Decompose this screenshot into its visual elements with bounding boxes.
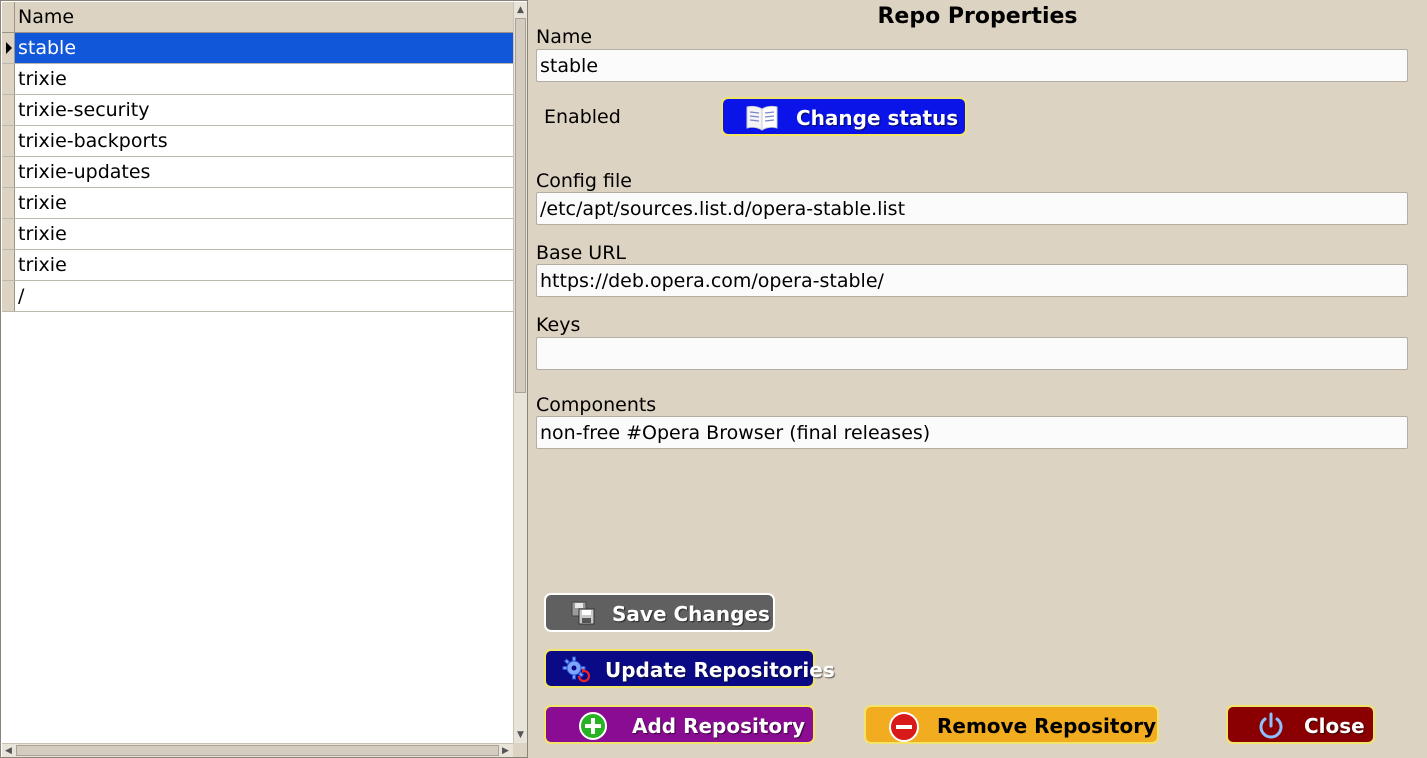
row-indicator[interactable] — [2, 157, 15, 187]
power-icon — [1259, 712, 1283, 739]
components-input[interactable] — [536, 416, 1408, 449]
remove-repository-label: Remove Repository — [937, 714, 1157, 738]
save-changes-label: Save Changes — [612, 602, 770, 626]
page-title: Repo Properties — [877, 4, 1078, 29]
table-row[interactable]: stable — [2, 33, 513, 64]
scrollbar-corner — [513, 743, 527, 757]
table-row[interactable]: trixie-security — [2, 95, 513, 126]
row-indicator[interactable] — [2, 126, 15, 156]
table-row[interactable]: trixie — [2, 64, 513, 95]
row-selection — [15, 33, 513, 63]
row-name-cell: / — [18, 285, 25, 307]
scroll-down-arrow-icon[interactable]: ▼ — [514, 728, 527, 742]
add-repository-button[interactable]: Add Repository — [544, 705, 815, 744]
column-header-name[interactable]: Name — [18, 6, 74, 28]
vertical-scrollbar[interactable]: ▲ ▼ — [513, 2, 527, 743]
save-changes-button[interactable]: Save Changes — [544, 593, 775, 632]
row-indicator[interactable] — [2, 95, 15, 125]
row-name-cell: trixie — [18, 223, 67, 245]
config-file-label: Config file — [536, 170, 632, 192]
vertical-scroll-thumb[interactable] — [515, 18, 526, 393]
row-indicator[interactable] — [2, 64, 15, 94]
grid-rows: stable trixie trixie-security trixie-bac… — [2, 33, 513, 312]
row-name-cell: trixie-backports — [18, 130, 168, 152]
change-status-label: Change status — [796, 106, 959, 130]
floppy-disks-icon — [571, 601, 595, 625]
add-repository-label: Add Repository — [632, 714, 806, 738]
update-repositories-button[interactable]: Update Repositories — [544, 649, 835, 688]
scroll-left-arrow-icon[interactable]: ◀ — [2, 744, 15, 758]
remove-repository-button[interactable]: Remove Repository — [864, 705, 1159, 744]
row-indicator[interactable] — [2, 250, 15, 280]
horizontal-scroll-thumb[interactable] — [16, 745, 499, 756]
table-row[interactable]: / — [2, 281, 513, 312]
keys-input[interactable] — [536, 337, 1408, 370]
row-indicator[interactable] — [2, 281, 15, 311]
enabled-status-label: Enabled — [544, 106, 621, 128]
name-input[interactable] — [536, 49, 1408, 82]
repository-grid[interactable]: Name stable trixie trixie-security trixi… — [0, 0, 528, 758]
gear-refresh-icon — [562, 656, 591, 683]
table-row[interactable]: trixie-updates — [2, 157, 513, 188]
row-name-cell: trixie-updates — [18, 161, 151, 183]
update-repositories-label: Update Repositories — [605, 658, 835, 682]
close-label: Close — [1304, 714, 1365, 738]
table-row[interactable]: trixie-backports — [2, 126, 513, 157]
table-row[interactable]: trixie — [2, 250, 513, 281]
components-label: Components — [536, 394, 657, 416]
scroll-up-arrow-icon[interactable]: ▲ — [514, 3, 527, 17]
close-button[interactable]: Close — [1226, 705, 1375, 744]
scroll-right-arrow-icon[interactable]: ▶ — [499, 744, 512, 758]
change-status-button[interactable]: Change status — [721, 97, 967, 136]
row-name-cell: trixie-security — [18, 99, 150, 121]
base-url-input[interactable] — [536, 264, 1408, 297]
row-name-cell: trixie — [18, 192, 67, 214]
keys-label: Keys — [536, 314, 581, 336]
current-row-arrow-icon — [6, 42, 12, 54]
horizontal-scrollbar[interactable]: ◀ ▶ — [2, 743, 513, 757]
row-indicator[interactable] — [2, 219, 15, 249]
row-name-cell: trixie — [18, 254, 67, 276]
name-label: Name — [536, 26, 593, 48]
config-file-input[interactable] — [536, 192, 1408, 225]
table-row[interactable]: trixie — [2, 219, 513, 250]
header-indicator-cell — [2, 2, 15, 33]
minus-circle-icon — [889, 712, 919, 742]
row-indicator[interactable] — [2, 33, 15, 63]
row-name-cell: stable — [18, 37, 77, 59]
base-url-label: Base URL — [536, 242, 626, 264]
table-row[interactable]: trixie — [2, 188, 513, 219]
plus-circle-icon — [579, 712, 607, 740]
book-icon — [746, 105, 778, 131]
row-name-cell: trixie — [18, 68, 67, 90]
grid-header: Name — [2, 2, 513, 33]
row-indicator[interactable] — [2, 188, 15, 218]
